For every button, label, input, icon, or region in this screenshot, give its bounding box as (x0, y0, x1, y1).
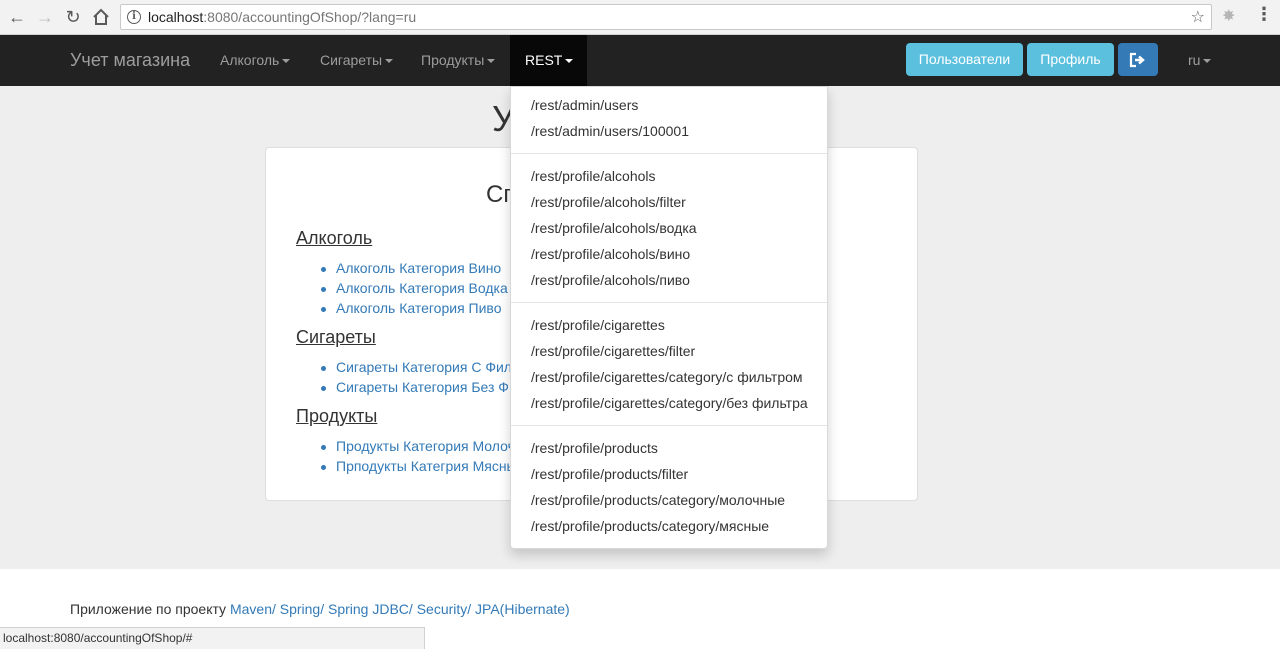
dropdown-item[interactable]: /rest/profile/alcohols (531, 168, 656, 184)
status-bar: localhost:8080/accountingOfShop/# (0, 627, 425, 649)
dropdown-item[interactable]: /rest/profile/cigarettes/category/без фи… (531, 395, 808, 411)
caret-down-icon (1203, 59, 1212, 64)
top-navbar: Учет магазина Алкоголь Сигареты Продукты… (0, 35, 1280, 86)
dropdown-item[interactable]: /rest/profile/products (531, 440, 658, 456)
category-title-cigarettes[interactable]: Сигареты (296, 327, 376, 348)
category-link[interactable]: Алкоголь Категория Водка (321, 280, 508, 296)
category-link[interactable]: Алкоголь Категория Пиво (321, 300, 502, 316)
nav-products[interactable]: Продукты (421, 52, 496, 68)
dropdown-item[interactable]: /rest/admin/users (531, 97, 638, 113)
logout-icon (1129, 52, 1145, 68)
logout-button[interactable] (1118, 43, 1158, 76)
caret-down-icon (565, 59, 574, 64)
category-link[interactable]: Продукты Категория Молоч (321, 438, 515, 454)
dropdown-item[interactable]: /rest/profile/products/category/молочные (531, 492, 785, 508)
url-text: localhost:8080/accountingOfShop/?lang=ru (148, 9, 417, 25)
category-link[interactable]: Алкоголь Категория Вино (320, 260, 501, 276)
extension-icon[interactable]: ✸ (1222, 6, 1235, 26)
nav-alcohol[interactable]: Алкоголь (220, 52, 291, 68)
dropdown-item[interactable]: /rest/profile/alcohols/водка (531, 220, 697, 236)
nav-rest[interactable]: REST (510, 35, 587, 86)
caret-down-icon (385, 59, 394, 64)
dropdown-item[interactable]: /rest/profile/cigarettes/category/с филь… (531, 369, 803, 385)
dropdown-item[interactable]: /rest/profile/products/filter (531, 466, 688, 482)
dropdown-item[interactable]: /rest/profile/alcohols/пиво (531, 272, 690, 288)
footer-text: Приложение по проекту (70, 601, 230, 617)
language-dropdown[interactable]: ru (1188, 52, 1212, 68)
bookmark-star-icon[interactable]: ☆ (1191, 7, 1205, 27)
nav-cigarettes[interactable]: Сигареты (320, 52, 394, 68)
home-icon[interactable] (89, 5, 113, 29)
dropdown-item[interactable]: /rest/admin/users/100001 (531, 123, 689, 139)
reload-icon[interactable]: ↻ (61, 5, 85, 29)
caret-down-icon (282, 59, 291, 64)
brand-link[interactable]: Учет магазина (70, 50, 190, 71)
category-link[interactable]: Сигареты Категория С Фил (321, 359, 512, 375)
profile-button[interactable]: Профиль (1027, 43, 1114, 76)
footer: Приложение по проекту Maven/ Spring/ Spr… (70, 601, 570, 617)
category-title-products[interactable]: Продукты (296, 406, 377, 427)
browser-toolbar: ← → ↻ i localhost:8080/accountingOfShop/… (0, 0, 1280, 35)
dropdown-item[interactable]: /rest/profile/cigarettes (531, 317, 665, 333)
category-title-alcohol[interactable]: Алкоголь (296, 228, 372, 249)
back-icon[interactable]: ← (5, 5, 29, 29)
dropdown-divider (511, 153, 827, 154)
info-icon[interactable]: i (127, 10, 141, 24)
rest-dropdown-menu: /rest/admin/users /rest/admin/users/1000… (510, 86, 828, 549)
caret-down-icon (487, 59, 496, 64)
category-link[interactable]: Пpподукты Категрия Мясны (321, 458, 517, 474)
dropdown-divider (511, 302, 827, 303)
dropdown-item[interactable]: /rest/profile/products/category/мясные (531, 518, 769, 534)
address-bar[interactable]: i localhost:8080/accountingOfShop/?lang=… (120, 4, 1212, 30)
dropdown-item[interactable]: /rest/profile/cigarettes/filter (531, 343, 695, 359)
dropdown-item[interactable]: /rest/profile/alcohols/вино (531, 246, 690, 262)
category-link[interactable]: Сигареты Категория Без Ф (321, 379, 509, 395)
users-button[interactable]: Пользователи (906, 43, 1023, 76)
dropdown-item[interactable]: /rest/profile/alcohols/filter (531, 194, 686, 210)
browser-menu-icon[interactable]: ⋮ (1255, 4, 1273, 25)
footer-tech-links[interactable]: Maven/ Spring/ Spring JDBC/ Security/ JP… (230, 601, 570, 617)
dropdown-divider (511, 425, 827, 426)
forward-icon[interactable]: → (33, 5, 57, 29)
